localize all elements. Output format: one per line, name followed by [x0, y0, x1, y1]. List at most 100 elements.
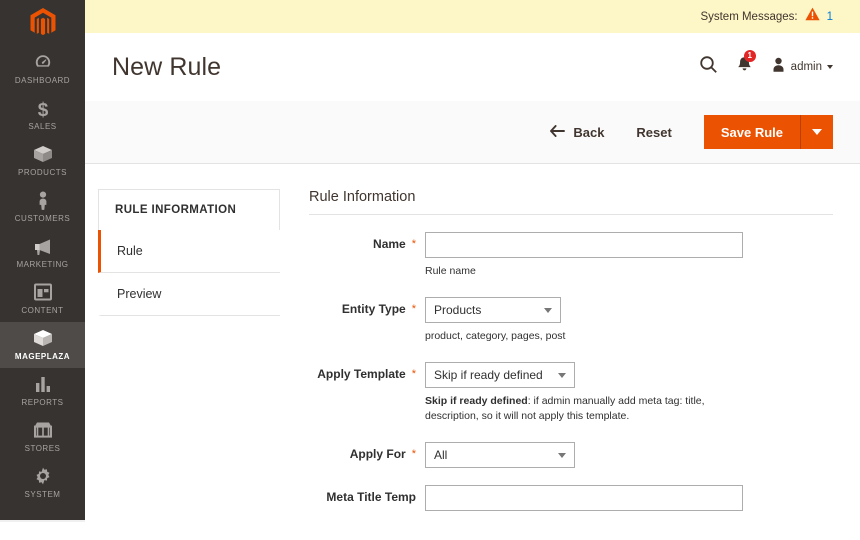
fieldset-legend: Rule Information — [309, 189, 833, 215]
field-note-emphasis: Skip if ready defined — [425, 394, 528, 407]
entity-type-value: Products — [434, 302, 482, 317]
bar-chart-icon — [2, 374, 83, 396]
sidebar-item-label: PRODUCTS — [18, 168, 67, 177]
notifications-badge: 1 — [743, 49, 756, 62]
sidebar-item-stores[interactable]: STORES — [0, 414, 85, 460]
apply-for-select[interactable]: All — [425, 442, 575, 468]
chevron-down-icon — [812, 129, 822, 135]
system-messages-label: System Messages: — [700, 10, 798, 23]
field-label: Name — [373, 237, 406, 251]
megaphone-icon — [2, 236, 83, 258]
tab-rule[interactable]: Rule — [98, 230, 280, 273]
required-marker: * — [411, 302, 416, 315]
chevron-down-icon — [558, 453, 566, 458]
tab-label: Preview — [117, 287, 162, 301]
field-label-cell: Entity Type * — [309, 297, 425, 318]
sidebar-item-marketing[interactable]: MARKETING — [0, 230, 85, 276]
chevron-down-icon — [558, 372, 566, 378]
dashboard-icon — [2, 52, 83, 74]
save-rule-button[interactable]: Save Rule — [703, 115, 800, 149]
search-icon — [699, 55, 718, 79]
layout-icon — [2, 282, 83, 304]
name-input[interactable] — [425, 232, 743, 258]
sidebar-item-label: MARKETING — [16, 260, 69, 269]
sidebar-item-system[interactable]: SYSTEM — [0, 460, 85, 506]
search-button[interactable] — [699, 55, 718, 79]
sidebar-item-label: CUSTOMERS — [14, 214, 71, 223]
content-area: RULE INFORMATION Rule Preview Rule Infor… — [85, 164, 860, 522]
warning-triangle-icon — [804, 7, 820, 26]
system-messages-bar[interactable]: System Messages: 1 — [85, 0, 860, 33]
admin-user-menu[interactable]: admin — [771, 57, 833, 78]
field-apply-for: Apply For * All — [309, 442, 833, 468]
field-label-cell: Name * — [309, 232, 425, 253]
sidebar-item-label: CONTENT — [21, 306, 64, 315]
field-note: Skip if ready defined: if admin manually… — [425, 394, 755, 426]
sidebar-item-dashboard[interactable]: DASHBOARD — [0, 46, 85, 92]
entity-type-select[interactable]: Products — [425, 296, 561, 323]
field-meta-title-template: Meta Title Temp — [309, 485, 833, 511]
chevron-down-icon — [544, 307, 552, 313]
rule-form: Rule Information Name * Rule name Entity… — [280, 185, 833, 522]
arrow-left-icon — [550, 124, 566, 140]
sidebar-item-label: MAGEPLAZA — [14, 352, 71, 361]
store-icon — [2, 420, 83, 442]
chevron-down-icon — [827, 65, 833, 69]
field-note: product, category, pages, post — [425, 329, 566, 342]
field-label: Entity Type — [341, 301, 406, 316]
field-control: Rule name — [425, 232, 833, 280]
field-label: Apply For — [349, 447, 406, 461]
sidebar-item-reports[interactable]: REPORTS — [0, 368, 85, 414]
system-messages-count: 1 — [826, 10, 833, 23]
field-label: Meta Title Temp — [326, 490, 416, 504]
page-actions-toolbar: Back Reset Save Rule — [85, 101, 860, 164]
sidebar-item-label: REPORTS — [21, 398, 64, 407]
sidebar-item-customers[interactable]: CUSTOMERS — [0, 184, 85, 230]
field-note: Rule name — [425, 265, 476, 277]
back-button-label: Back — [573, 124, 605, 140]
notifications-button[interactable]: 1 — [736, 49, 756, 79]
sidebar-item-label: SYSTEM — [24, 490, 61, 499]
field-label: Apply Template — [317, 366, 406, 381]
apply-template-value: Skip if ready defined — [434, 367, 543, 382]
field-name: Name * Rule name — [309, 232, 833, 280]
field-control: Products product, category, pages, post — [425, 296, 833, 345]
back-button[interactable]: Back — [550, 125, 604, 140]
save-split-button: Save Rule — [703, 115, 833, 149]
field-apply-template: Apply Template * Skip if ready defined S… — [309, 361, 833, 426]
sidebar-item-label: STORES — [24, 444, 61, 453]
save-options-toggle[interactable] — [800, 115, 833, 149]
sidebar-item-mageplaza[interactable]: MAGEPLAZA — [0, 322, 85, 368]
required-marker: * — [411, 238, 416, 250]
box-icon — [2, 328, 83, 350]
required-marker: * — [411, 367, 416, 380]
tab-preview[interactable]: Preview — [98, 273, 280, 316]
meta-title-template-input[interactable] — [425, 485, 743, 511]
field-label-cell: Apply Template * — [309, 362, 425, 383]
person-icon — [2, 190, 83, 212]
sidebar-item-sales[interactable]: $ SALES — [0, 92, 85, 138]
page-title: New Rule — [112, 52, 222, 81]
field-label-cell: Apply For * — [309, 442, 425, 463]
field-control: Skip if ready defined Skip if ready defi… — [425, 361, 833, 426]
required-marker: * — [411, 448, 416, 460]
admin-sidebar: DASHBOARD $ SALES PRODUCTS CUSTOMERS MAR… — [0, 0, 85, 522]
gear-icon — [2, 466, 83, 488]
reset-button-label: Reset — [636, 124, 672, 140]
field-entity-type: Entity Type * Products product, category… — [309, 296, 833, 345]
sidebar-item-products[interactable]: PRODUCTS — [0, 138, 85, 184]
admin-user-name: admin — [790, 61, 822, 73]
field-control — [425, 485, 833, 511]
magento-logo[interactable] — [0, 0, 85, 46]
field-control: All — [425, 442, 833, 468]
rule-tabs: RULE INFORMATION Rule Preview — [98, 185, 280, 522]
apply-template-select[interactable]: Skip if ready defined — [425, 361, 575, 388]
tab-label: Rule — [117, 244, 143, 258]
reset-button[interactable]: Reset — [636, 125, 671, 140]
magento-admin-page: DASHBOARD $ SALES PRODUCTS CUSTOMERS MAR… — [0, 0, 860, 540]
field-label-cell: Meta Title Temp — [309, 485, 425, 506]
apply-for-value: All — [434, 448, 448, 462]
header-tools: 1 admin — [699, 49, 833, 79]
tabs-section-title: RULE INFORMATION — [98, 189, 280, 230]
sidebar-item-content[interactable]: CONTENT — [0, 276, 85, 322]
